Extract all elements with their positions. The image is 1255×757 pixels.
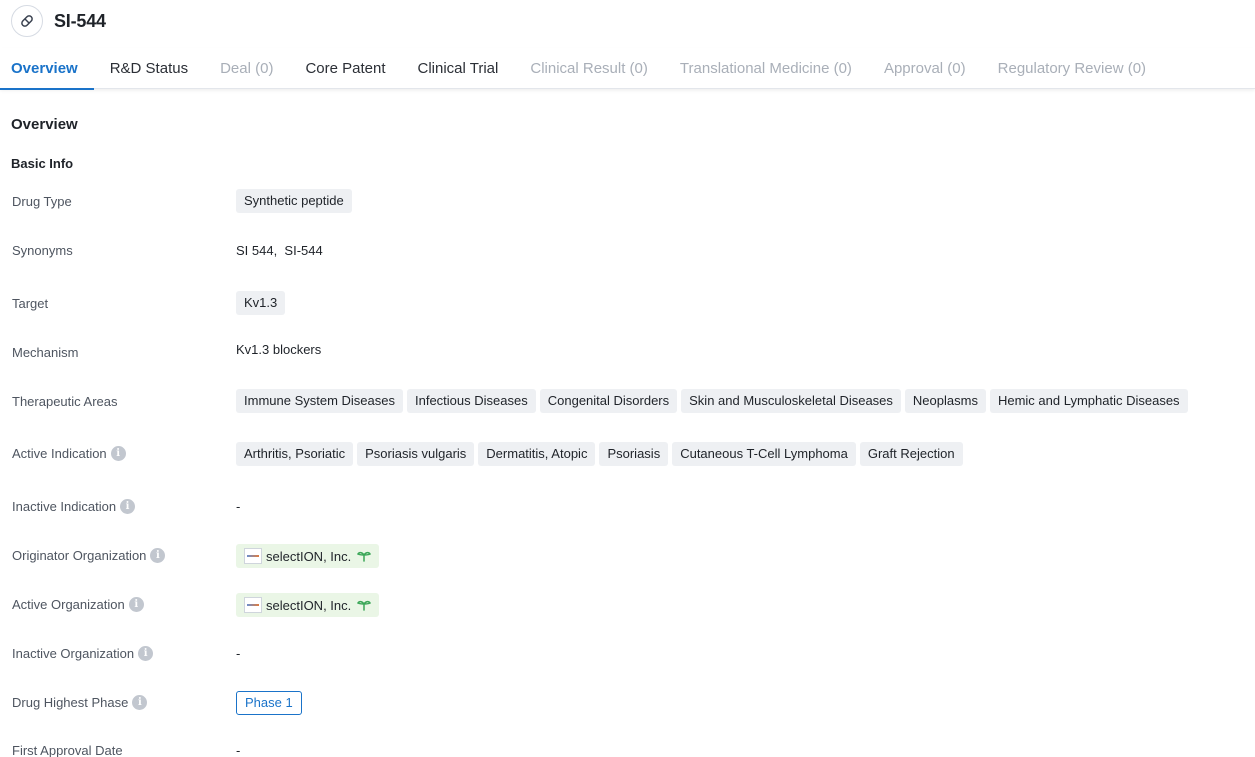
field-value: Immune System Diseases Infectious Diseas…: [236, 389, 1188, 413]
tab-clinical-result[interactable]: Clinical Result (0): [530, 48, 648, 89]
sprout-icon: [357, 550, 371, 562]
therapeutic-area-tag[interactable]: Skin and Musculoskeletal Diseases: [681, 389, 901, 413]
field-label: Originator Organization i: [12, 548, 165, 563]
page-title: SI-544: [54, 11, 106, 32]
field-label-text: Inactive Organization: [12, 646, 134, 661]
field-label-text: Drug Highest Phase: [12, 695, 128, 710]
organization-name: selectION, Inc.: [266, 598, 351, 613]
field-label: Inactive Organization i: [12, 646, 153, 661]
organization-tag[interactable]: selectION, Inc.: [236, 593, 379, 617]
field-value: Synthetic peptide: [236, 189, 352, 213]
info-icon[interactable]: i: [150, 548, 165, 563]
tab-translational-medicine[interactable]: Translational Medicine (0): [680, 48, 852, 89]
indication-tag[interactable]: Arthritis, Psoriatic: [236, 442, 353, 466]
field-label: Target: [12, 296, 48, 311]
synonyms-value: SI 544, SI-544: [236, 243, 323, 258]
indication-tag[interactable]: Psoriasis vulgaris: [357, 442, 474, 466]
sprout-icon: [357, 599, 371, 611]
field-value: selectION, Inc.: [236, 544, 379, 568]
section-title: Overview: [11, 116, 78, 133]
organization-name: selectION, Inc.: [266, 549, 351, 564]
field-value: Kv1.3: [236, 291, 285, 315]
therapeutic-area-tag[interactable]: Immune System Diseases: [236, 389, 403, 413]
drug-type-tag[interactable]: Synthetic peptide: [236, 189, 352, 213]
mechanism-value: Kv1.3 blockers: [236, 342, 321, 357]
field-label: Active Indication i: [12, 446, 126, 461]
therapeutic-area-tag[interactable]: Infectious Diseases: [407, 389, 536, 413]
indication-tag[interactable]: Cutaneous T-Cell Lymphoma: [672, 442, 856, 466]
tab-deal[interactable]: Deal (0): [220, 48, 273, 89]
indication-tag[interactable]: Graft Rejection: [860, 442, 963, 466]
org-logo-icon: [244, 548, 262, 564]
phase-badge[interactable]: Phase 1: [236, 691, 302, 715]
drug-header: SI-544: [11, 5, 106, 37]
inactive-organization-value: -: [236, 646, 240, 661]
field-label: First Approval Date: [12, 743, 123, 757]
field-label-text: Active Indication: [12, 446, 107, 461]
field-label-text: Inactive Indication: [12, 499, 116, 514]
tab-rd-status[interactable]: R&D Status: [110, 48, 188, 89]
field-label: Drug Type: [12, 194, 72, 209]
tab-approval[interactable]: Approval (0): [884, 48, 966, 89]
indication-tag[interactable]: Dermatitis, Atopic: [478, 442, 595, 466]
tab-clinical-trial[interactable]: Clinical Trial: [418, 48, 499, 89]
field-label: Active Organization i: [12, 597, 144, 612]
field-value: Phase 1: [236, 691, 302, 715]
field-label: Drug Highest Phase i: [12, 695, 147, 710]
field-label: Inactive Indication i: [12, 499, 135, 514]
indication-tag[interactable]: Psoriasis: [599, 442, 668, 466]
subsection-title: Basic Info: [11, 156, 73, 171]
field-label-text: Originator Organization: [12, 548, 146, 563]
field-label-text: Active Organization: [12, 597, 125, 612]
organization-tag[interactable]: selectION, Inc.: [236, 544, 379, 568]
field-label: Mechanism: [12, 345, 78, 360]
info-icon[interactable]: i: [132, 695, 147, 710]
pill-icon: [11, 5, 43, 37]
tab-bar: Overview R&D Status Deal (0) Core Patent…: [0, 48, 1255, 89]
therapeutic-area-tag[interactable]: Hemic and Lymphatic Diseases: [990, 389, 1188, 413]
org-logo-icon: [244, 597, 262, 613]
target-tag[interactable]: Kv1.3: [236, 291, 285, 315]
info-icon[interactable]: i: [111, 446, 126, 461]
info-icon[interactable]: i: [120, 499, 135, 514]
first-approval-value: -: [236, 743, 240, 757]
tab-overview[interactable]: Overview: [11, 48, 78, 89]
field-label: Synonyms: [12, 243, 73, 258]
inactive-indication-value: -: [236, 499, 240, 514]
info-icon[interactable]: i: [138, 646, 153, 661]
tab-regulatory-review[interactable]: Regulatory Review (0): [998, 48, 1146, 89]
field-value: Arthritis, Psoriatic Psoriasis vulgaris …: [236, 442, 963, 466]
tab-core-patent[interactable]: Core Patent: [305, 48, 385, 89]
therapeutic-area-tag[interactable]: Congenital Disorders: [540, 389, 677, 413]
therapeutic-area-tag[interactable]: Neoplasms: [905, 389, 986, 413]
info-icon[interactable]: i: [129, 597, 144, 612]
field-label: Therapeutic Areas: [12, 394, 118, 409]
field-value: selectION, Inc.: [236, 593, 379, 617]
